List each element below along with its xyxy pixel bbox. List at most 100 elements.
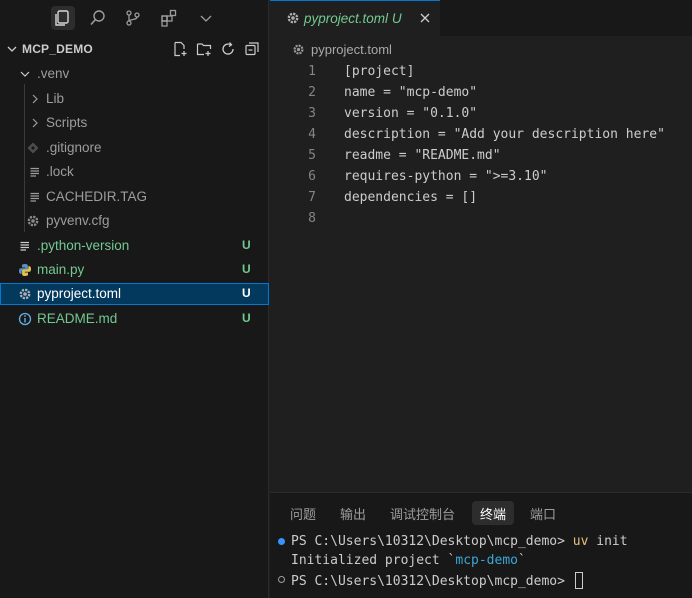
chevron-right-icon bbox=[28, 115, 42, 131]
tree-item-venv[interactable]: .venv bbox=[0, 63, 269, 85]
tree-item-label: .venv bbox=[37, 66, 70, 81]
editor-area: pyproject.toml U pyproject.toml 1 [projec… bbox=[270, 0, 692, 492]
tab-ports[interactable]: 端口 bbox=[522, 501, 564, 525]
workspace-title: MCP_DEMO bbox=[22, 42, 93, 56]
close-icon[interactable] bbox=[418, 11, 432, 25]
text-file-icon bbox=[28, 189, 42, 205]
tree-item-lock[interactable]: .lock bbox=[0, 161, 269, 183]
breadcrumb[interactable]: pyproject.toml bbox=[270, 38, 692, 60]
activity-bar bbox=[0, 0, 269, 36]
tree-item-readme-md[interactable]: README.md U bbox=[0, 308, 269, 330]
tree-item-cachedir-tag[interactable]: CACHEDIR.TAG bbox=[0, 186, 269, 208]
chevron-right-icon bbox=[28, 91, 42, 107]
code-line: 1 [project] bbox=[270, 62, 692, 83]
explorer-icon[interactable] bbox=[51, 6, 75, 30]
sidebar: MCP_DEMO .venv Lib Scripts .gitignore .l… bbox=[0, 0, 269, 598]
python-icon bbox=[18, 262, 32, 278]
line-number: 3 bbox=[308, 106, 316, 121]
code-line: 5 readme = "README.md" bbox=[270, 146, 692, 167]
code-line: 6 requires-python = ">=3.10" bbox=[270, 167, 692, 188]
tree-item-main-py[interactable]: main.py U bbox=[0, 259, 269, 281]
tree-item-label: Lib bbox=[46, 91, 65, 106]
line-text: name = "mcp-demo" bbox=[344, 85, 478, 100]
tab-debug-console[interactable]: 调试控制台 bbox=[382, 501, 463, 525]
tree-item-scripts[interactable]: Scripts bbox=[0, 112, 269, 134]
more-chevron-icon[interactable] bbox=[194, 6, 218, 30]
search-icon[interactable] bbox=[86, 6, 110, 30]
tree-item-label: CACHEDIR.TAG bbox=[46, 189, 148, 204]
editor-tab-bar: pyproject.toml U bbox=[270, 0, 692, 36]
info-icon bbox=[18, 311, 32, 327]
line-text: description = "Add your description here… bbox=[344, 127, 665, 142]
code-line: 3 version = "0.1.0" bbox=[270, 104, 692, 125]
code-line: 8 bbox=[270, 209, 692, 230]
tab-output[interactable]: 输出 bbox=[332, 501, 374, 525]
line-number: 2 bbox=[308, 85, 316, 100]
code-line: 2 name = "mcp-demo" bbox=[270, 83, 692, 104]
terminal-line: PS C:\Users\10312\Desktop\mcp_demo> uv i… bbox=[270, 533, 692, 552]
code-line: 4 description = "Add your description her… bbox=[270, 125, 692, 146]
tree-item-label: README.md bbox=[37, 311, 118, 326]
line-text: readme = "README.md" bbox=[344, 148, 501, 163]
explorer-actions bbox=[171, 40, 261, 58]
tree-item-label: pyvenv.cfg bbox=[46, 213, 110, 228]
tree-item-label: .gitignore bbox=[46, 140, 102, 155]
command-success-icon bbox=[278, 538, 285, 545]
tree-item-label: pyproject.toml bbox=[37, 286, 122, 301]
gitignore-icon bbox=[26, 140, 40, 156]
chevron-down-icon bbox=[7, 46, 17, 52]
bottom-panel: 问题 输出 调试控制台 终端 端口 PS C:\Users\10312\Desk… bbox=[270, 492, 692, 598]
git-status-badge: U bbox=[242, 311, 251, 325]
line-number: 8 bbox=[308, 211, 316, 226]
line-text: [project] bbox=[344, 64, 415, 79]
line-number: 1 bbox=[308, 64, 316, 79]
chevron-down-icon bbox=[18, 66, 32, 82]
line-number: 5 bbox=[308, 148, 316, 163]
text-file-icon bbox=[28, 164, 42, 180]
terminal-text: PS C:\Users\10312\Desktop\mcp_demo> bbox=[291, 572, 583, 589]
git-status-badge: U bbox=[242, 262, 251, 276]
terminal-text: Initialized project `mcp-demo` bbox=[291, 553, 526, 568]
tree-item-python-version[interactable]: .python-version U bbox=[0, 235, 269, 257]
extensions-icon[interactable] bbox=[157, 6, 181, 30]
gear-icon bbox=[18, 286, 32, 302]
line-text: dependencies = [] bbox=[344, 190, 478, 205]
line-number: 4 bbox=[308, 127, 316, 142]
tab-terminal[interactable]: 终端 bbox=[472, 501, 515, 525]
refresh-icon[interactable] bbox=[219, 40, 237, 58]
collapse-all-icon[interactable] bbox=[243, 40, 261, 58]
tab-status: U bbox=[391, 11, 402, 26]
terminal-cursor bbox=[574, 572, 583, 589]
text-file-icon bbox=[18, 238, 32, 254]
tree-item-gitignore[interactable]: .gitignore bbox=[0, 137, 269, 159]
git-status-badge: U bbox=[242, 286, 251, 300]
gear-icon bbox=[293, 44, 304, 55]
explorer-header[interactable]: MCP_DEMO bbox=[0, 38, 269, 60]
terminal-line[interactable]: PS C:\Users\10312\Desktop\mcp_demo> bbox=[270, 571, 692, 590]
tree-item-label: .python-version bbox=[37, 238, 130, 253]
tree-item-label: Scripts bbox=[46, 115, 88, 130]
code-line: 7 dependencies = [] bbox=[270, 188, 692, 209]
tree-item-lib[interactable]: Lib bbox=[0, 88, 269, 110]
tree-item-pyvenv-cfg[interactable]: pyvenv.cfg bbox=[0, 210, 269, 232]
new-folder-icon[interactable] bbox=[195, 40, 213, 58]
tree-item-pyproject-toml[interactable]: pyproject.toml U bbox=[0, 283, 269, 305]
line-number: 7 bbox=[308, 190, 316, 205]
git-status-badge: U bbox=[242, 238, 251, 252]
line-text: version = "0.1.0" bbox=[344, 106, 478, 121]
gear-icon bbox=[287, 12, 299, 24]
breadcrumb-file[interactable]: pyproject.toml bbox=[311, 42, 392, 57]
terminal-text: PS C:\Users\10312\Desktop\mcp_demo> uv i… bbox=[291, 534, 628, 549]
tab-pyproject-toml[interactable]: pyproject.toml U bbox=[270, 0, 440, 36]
tab-label: pyproject.toml U bbox=[304, 11, 402, 26]
source-control-icon[interactable] bbox=[121, 6, 145, 30]
terminal-line: Initialized project `mcp-demo` bbox=[270, 552, 692, 571]
gear-icon bbox=[26, 213, 40, 229]
new-file-icon[interactable] bbox=[171, 40, 189, 58]
command-pending-icon bbox=[278, 576, 285, 583]
tab-problems[interactable]: 问题 bbox=[282, 501, 324, 525]
line-text: requires-python = ">=3.10" bbox=[344, 169, 548, 184]
tree-item-label: main.py bbox=[37, 262, 85, 277]
tree-item-label: .lock bbox=[46, 164, 74, 179]
line-number: 6 bbox=[308, 169, 316, 184]
